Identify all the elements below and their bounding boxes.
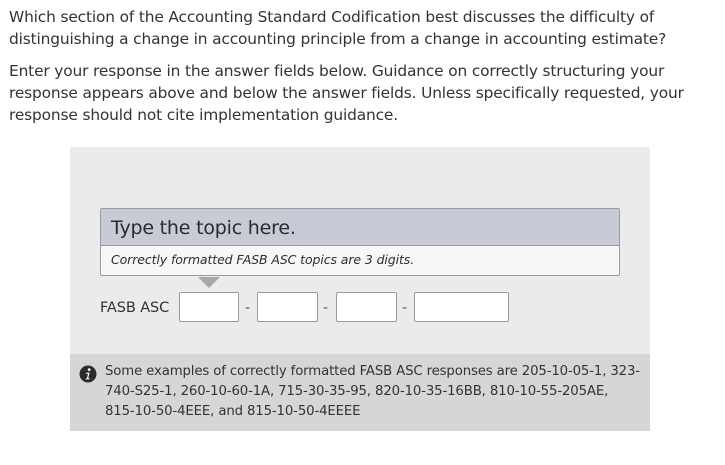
field-separator: - [245,300,251,316]
answer-panel: Type the topic here. Correctly formatted… [70,147,650,431]
asc-subtopic-field[interactable] [257,292,318,322]
info-icon [79,365,97,383]
examples-text: Some examples of correctly formatted FAS… [105,364,640,419]
fasb-asc-label: FASB ASC [100,300,170,316]
examples-note: Some examples of correctly formatted FAS… [70,354,650,431]
asc-section-field[interactable] [336,292,397,322]
hint-pointer-arrow [198,277,220,288]
hint-title: Type the topic here. [101,209,619,246]
asc-topic-field[interactable] [179,292,239,322]
field-separator: - [323,300,329,316]
field-separator: - [402,300,408,316]
hint-subtitle: Correctly formatted FASB ASC topics are … [111,252,415,267]
topic-hint-box: Type the topic here. Correctly formatted… [100,208,620,276]
instructions-text: Enter your response in the answer fields… [9,62,684,124]
question-text: Which section of the Accounting Standard… [9,8,667,48]
asc-paragraph-field[interactable] [414,292,509,322]
